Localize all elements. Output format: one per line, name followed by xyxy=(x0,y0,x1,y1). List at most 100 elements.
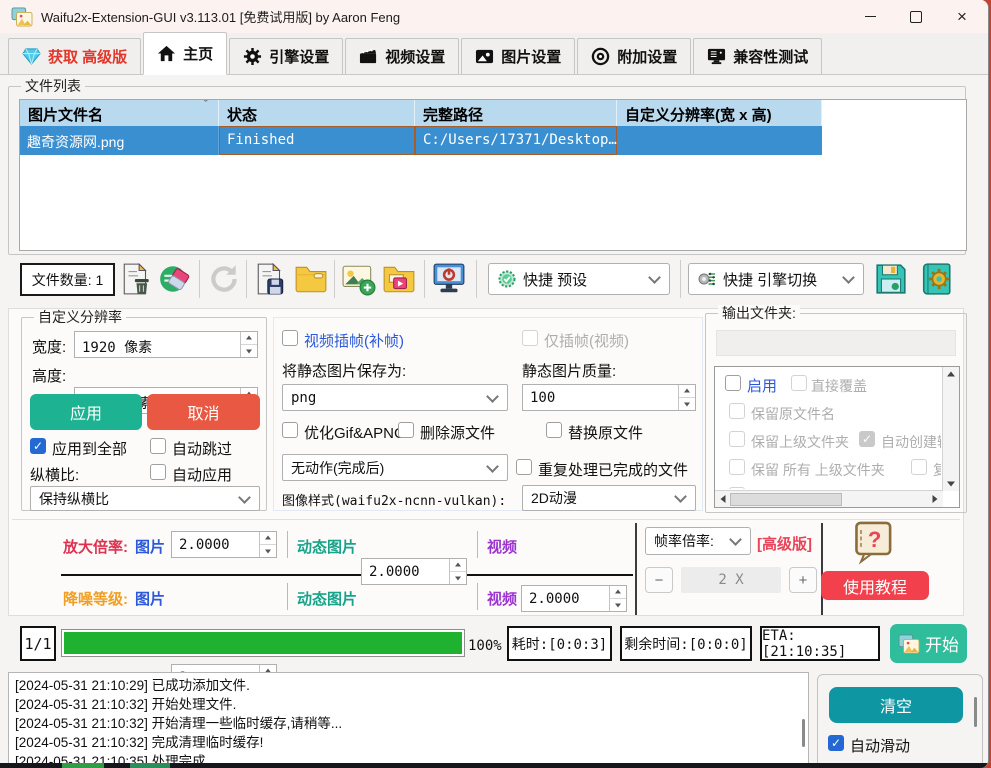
gear-ring-icon xyxy=(591,47,610,66)
table-row[interactable]: 趣奇资源网.png Finished C:/Users/17371/Deskto… xyxy=(20,126,822,155)
optimize-gif-checkbox[interactable] xyxy=(282,422,298,438)
keep-all-parent-checkbox xyxy=(729,459,745,475)
close-button[interactable]: × xyxy=(939,0,985,33)
column-header-path[interactable]: 完整路径 xyxy=(415,100,617,126)
log-scrollbar-thumb[interactable] xyxy=(802,719,805,747)
tab-compatibility-test[interactable]: 兼容性测试 xyxy=(693,38,822,74)
fps-minus-button[interactable]: − xyxy=(645,567,673,593)
cell-filename[interactable]: 趣奇资源网.png xyxy=(20,126,219,155)
add-image-button[interactable] xyxy=(340,259,378,299)
image-quality-spinbox[interactable]: 100 xyxy=(522,384,696,411)
tab-video-settings[interactable]: 视频设置 xyxy=(345,38,459,74)
width-spinbox[interactable]: 1920 像素 xyxy=(74,331,258,358)
output-folder-input[interactable] xyxy=(716,330,956,356)
start-button[interactable]: 开始 xyxy=(890,624,967,663)
vfi-checkbox[interactable] xyxy=(282,330,298,346)
cell-status[interactable]: Finished xyxy=(219,126,415,155)
auto-skip-checkbox[interactable] xyxy=(150,438,166,454)
column-header-filename[interactable]: 图片文件名 ˇ xyxy=(20,100,219,126)
progress-percent: 100% xyxy=(468,638,502,654)
spin-down-icon[interactable] xyxy=(241,345,257,357)
settings-manual-button[interactable] xyxy=(918,259,956,299)
add-video-folder-button[interactable] xyxy=(380,259,418,299)
remove-file-button[interactable] xyxy=(118,259,156,299)
minimize-button[interactable] xyxy=(847,0,893,33)
settings-panel: 自定义分辨率 宽度: 1920 像素 高度: 1080 像素 应用 取消 ✓ 应… xyxy=(8,308,964,616)
save-list-icon xyxy=(254,262,288,296)
spin-up-icon[interactable] xyxy=(450,559,466,572)
progress-bar xyxy=(61,629,465,657)
window-title: Waifu2x-Extension-GUI v3.113.01 [免费试用版] … xyxy=(41,7,400,26)
auto-apply-label: 自动应用 xyxy=(172,464,232,485)
replace-original-checkbox[interactable] xyxy=(546,422,562,438)
zoom-image-spinbox[interactable]: 2.0000 xyxy=(171,531,277,558)
save-file-list-button[interactable] xyxy=(252,259,290,299)
scroll-down-icon[interactable] xyxy=(943,477,959,491)
image-quality-label: 静态图片质量: xyxy=(522,360,616,381)
auto-skip-label: 自动跳过 xyxy=(172,438,232,459)
apply-to-all-label: 应用到全部 xyxy=(52,438,127,459)
chevron-down-icon xyxy=(486,390,499,403)
premium-tag: [高级版] xyxy=(757,533,812,554)
read-file-list-button[interactable] xyxy=(292,259,330,299)
scrollbar-thumb[interactable] xyxy=(730,493,842,506)
scroll-left-icon[interactable] xyxy=(715,491,731,507)
open-folder-icon xyxy=(294,262,328,296)
maximize-icon xyxy=(910,11,922,23)
monitor-list-icon xyxy=(707,47,726,66)
spin-up-icon[interactable] xyxy=(679,385,695,398)
save-settings-button[interactable] xyxy=(872,259,910,299)
check-icon: ✓ xyxy=(33,440,43,452)
spin-up-icon[interactable] xyxy=(241,332,257,345)
column-header-resolution[interactable]: 自定义分辨率(宽 x 高) xyxy=(617,100,822,126)
tab-additional-settings[interactable]: 附加设置 xyxy=(577,38,691,74)
apply-to-all-checkbox[interactable]: ✓ xyxy=(30,438,46,454)
reprocess-checkbox[interactable] xyxy=(516,459,532,475)
vertical-scrollbar[interactable] xyxy=(942,367,959,491)
auto-scroll-checkbox[interactable]: ✓ xyxy=(828,735,844,751)
zoom-ratio-label: 放大倍率: xyxy=(63,536,128,557)
scroll-right-icon[interactable] xyxy=(927,491,943,507)
panel-scrollbar-thumb[interactable] xyxy=(974,697,977,727)
cancel-button[interactable]: 取消 xyxy=(147,394,260,430)
clear-file-list-button[interactable] xyxy=(156,259,194,299)
quick-engine-switch-combobox[interactable]: 快捷 引擎切换 xyxy=(688,263,864,295)
delete-source-checkbox[interactable] xyxy=(398,422,414,438)
post-action-combobox[interactable]: 无动作(完成后) xyxy=(282,454,508,481)
image-format-combobox[interactable]: png xyxy=(282,384,508,411)
tab-image-settings[interactable]: 图片设置 xyxy=(461,38,575,74)
refresh-button[interactable] xyxy=(205,259,243,299)
maximize-button[interactable] xyxy=(893,0,939,33)
cell-path[interactable]: C:/Users/17371/Desktop… xyxy=(415,126,617,155)
delete-source-label: 删除源文件 xyxy=(420,422,495,443)
cell-resolution[interactable] xyxy=(617,126,822,155)
overwrite-checkbox xyxy=(791,375,807,391)
spin-down-icon[interactable] xyxy=(679,398,695,410)
column-header-status[interactable]: 状态 xyxy=(219,100,415,126)
vertical-separator xyxy=(821,523,823,615)
aspect-ratio-combobox[interactable]: 保持纵横比 xyxy=(30,486,260,511)
clear-log-button[interactable]: 清空 xyxy=(829,687,963,723)
tab-engine-settings[interactable]: 引擎设置 xyxy=(229,38,343,74)
apply-button[interactable]: 应用 xyxy=(30,394,142,430)
spin-up-icon[interactable] xyxy=(260,532,276,545)
zoom-video-spinbox[interactable]: 2.0000 xyxy=(521,585,627,612)
tutorial-button[interactable]: 使用教程 xyxy=(821,571,929,600)
denoise-video-label: 视频 xyxy=(487,588,517,609)
spin-down-icon[interactable] xyxy=(610,599,626,611)
image-style-combobox[interactable]: 2D动漫 xyxy=(522,485,696,511)
auto-apply-checkbox[interactable] xyxy=(150,464,166,480)
shutdown-monitor-button[interactable] xyxy=(430,259,468,299)
tab-home[interactable]: 主页 xyxy=(143,32,227,75)
zoom-gif-spinbox[interactable]: 2.0000 xyxy=(361,558,467,585)
fps-multiplier-combobox[interactable]: 帧率倍率: xyxy=(645,527,751,555)
quick-preset-combobox[interactable]: 快捷 预设 xyxy=(488,263,670,295)
enable-output-checkbox[interactable] xyxy=(725,375,741,391)
spin-down-icon[interactable] xyxy=(260,545,276,557)
fps-plus-button[interactable]: + xyxy=(789,567,817,593)
scroll-up-icon[interactable] xyxy=(943,367,959,381)
spin-up-icon[interactable] xyxy=(610,586,626,599)
spin-down-icon[interactable] xyxy=(450,572,466,584)
tab-get-premium[interactable]: 获取 高级版 xyxy=(8,38,141,74)
horizontal-scrollbar[interactable] xyxy=(715,490,943,507)
